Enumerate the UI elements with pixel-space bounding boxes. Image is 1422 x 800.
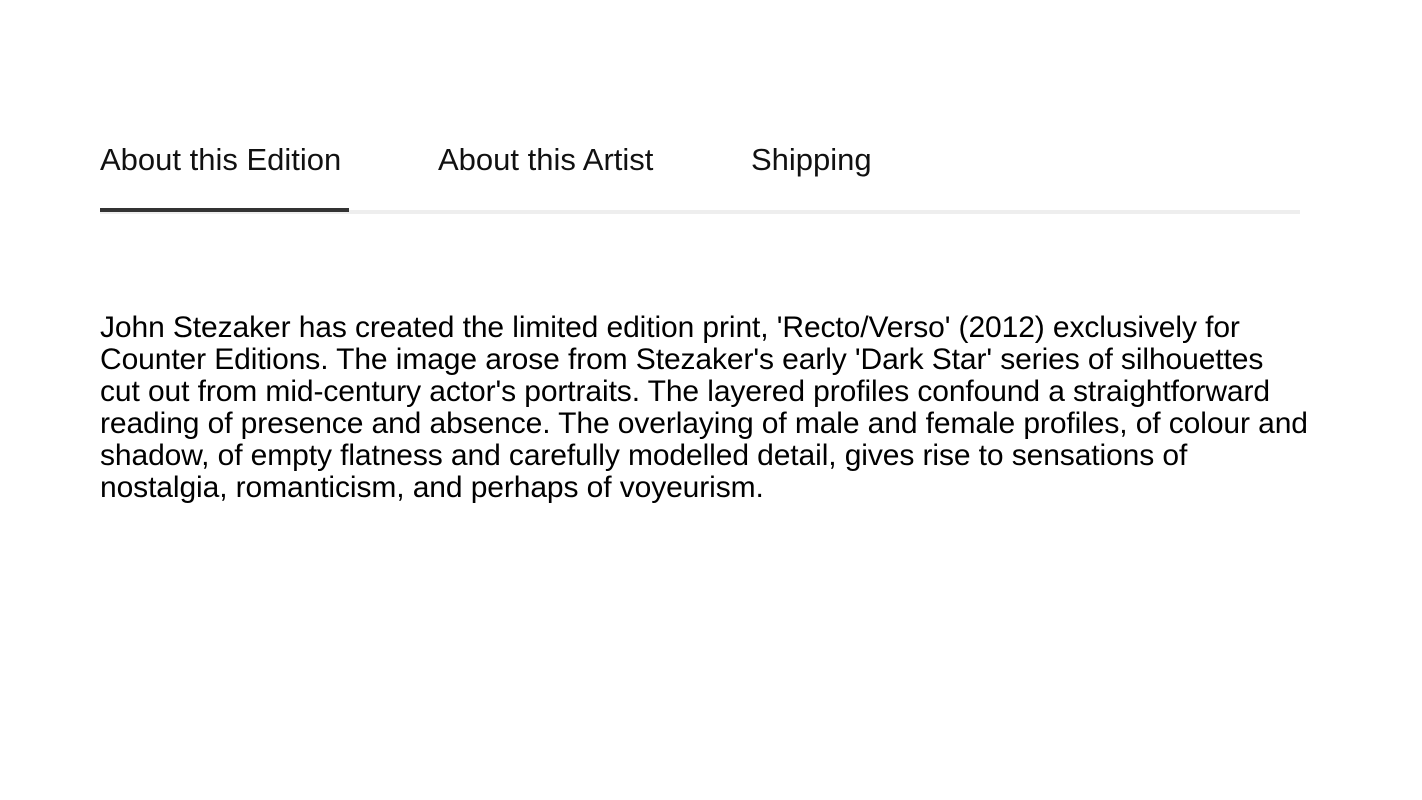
active-tab-indicator xyxy=(100,208,349,212)
tab-shipping[interactable]: Shipping xyxy=(751,138,875,214)
details-tabs: About this Edition About this Artist Shi… xyxy=(100,138,1300,214)
edition-details-page: About this Edition About this Artist Shi… xyxy=(0,0,1422,800)
tab-about-artist[interactable]: About this Artist xyxy=(438,138,662,214)
tab-about-edition-label: About this Edition xyxy=(100,142,342,177)
tab-about-artist-label: About this Artist xyxy=(438,142,654,177)
edition-description: John Stezaker has created the limited ed… xyxy=(100,311,1308,504)
tab-shipping-label: Shipping xyxy=(751,142,872,177)
tab-about-edition[interactable]: About this Edition xyxy=(100,138,349,214)
